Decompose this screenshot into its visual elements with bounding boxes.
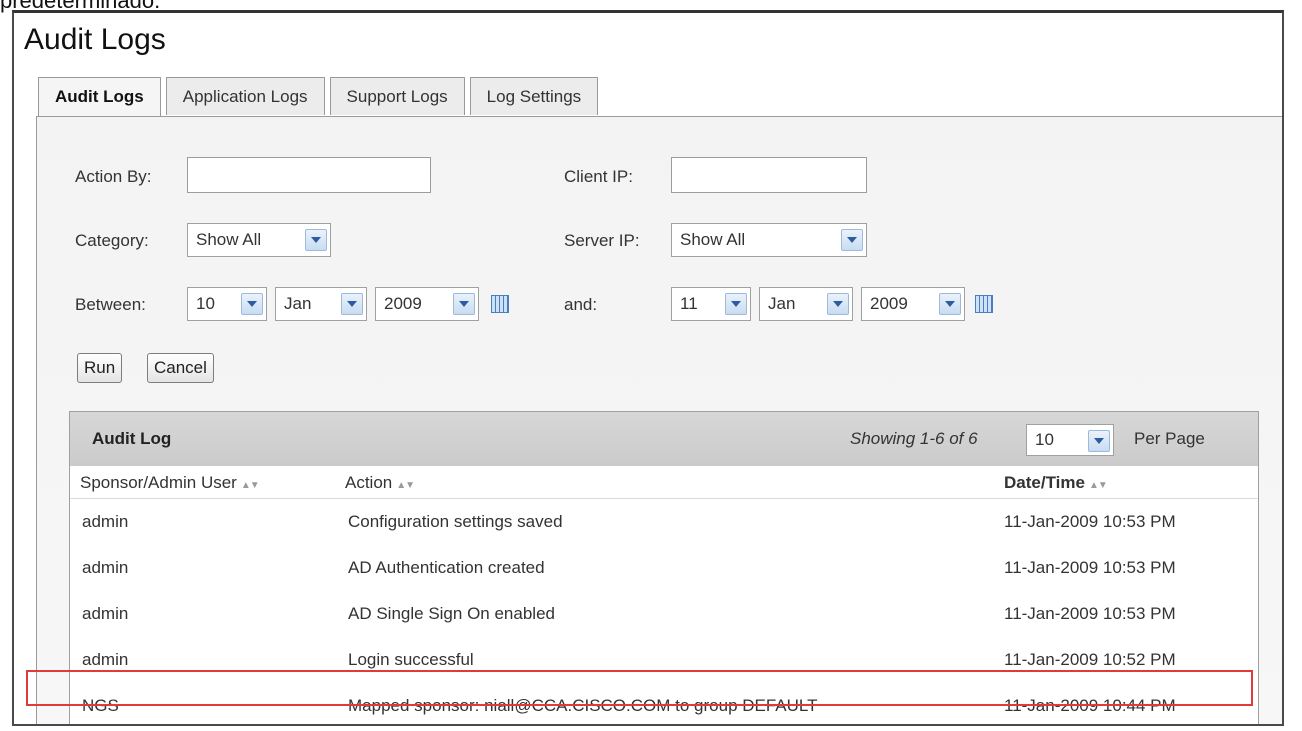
action-by-input[interactable]	[187, 157, 431, 193]
tab-audit-logs[interactable]: Audit Logs	[38, 77, 161, 118]
category-select-value: Show All	[196, 230, 262, 249]
cell-datetime: 11-Jan-2009 10:52 PM	[1004, 650, 1176, 669]
chevron-down-icon	[305, 229, 327, 251]
cell-datetime: 11-Jan-2009 10:53 PM	[1004, 604, 1176, 623]
column-header-action-label: Action	[345, 473, 393, 492]
highlight-box	[26, 670, 1253, 706]
grid-title: Audit Log	[92, 429, 172, 448]
cell-action: Configuration settings saved	[348, 512, 563, 531]
sort-icon: ▲▼	[396, 480, 415, 491]
chevron-down-icon	[453, 293, 475, 315]
and-year-select[interactable]: 2009	[861, 287, 965, 321]
server-ip-select[interactable]: Show All	[671, 223, 867, 257]
per-page-select[interactable]: 10	[1026, 424, 1114, 456]
between-month-select[interactable]: Jan	[275, 287, 367, 321]
between-year-value: 2009	[384, 294, 422, 313]
and-day-select[interactable]: 11	[671, 287, 751, 321]
server-ip-label: Server IP:	[564, 231, 640, 250]
cell-user: admin	[82, 512, 129, 531]
and-month-value: Jan	[768, 294, 796, 313]
tab-log-settings[interactable]: Log Settings	[469, 77, 599, 115]
table-row[interactable]: admin AD Authentication created 11-Jan-2…	[70, 545, 1258, 591]
between-year-select[interactable]: 2009	[375, 287, 479, 321]
column-header-row: Sponsor/Admin User ▲▼ Action ▲▼ Date/Time ▲…	[70, 466, 1258, 499]
per-page-label: Per Page	[1134, 429, 1205, 448]
category-select[interactable]: Show All	[187, 223, 331, 257]
column-header-datetime[interactable]: Date/Time ▲▼	[1004, 473, 1108, 493]
column-header-action[interactable]: Action ▲▼	[345, 473, 415, 493]
chevron-down-icon	[725, 293, 747, 315]
page-title: Audit Logs	[24, 23, 166, 56]
between-day-value: 10	[196, 294, 215, 313]
calendar-icon[interactable]	[975, 295, 993, 313]
column-header-user-label: Sponsor/Admin User	[80, 473, 237, 492]
and-label: and:	[564, 295, 598, 314]
run-button[interactable]: Run	[77, 353, 123, 383]
tab-support-logs[interactable]: Support Logs	[329, 77, 465, 115]
chevron-down-icon	[341, 293, 363, 315]
cell-user: admin	[82, 604, 129, 623]
server-ip-select-value: Show All	[680, 230, 746, 249]
calendar-icon[interactable]	[491, 295, 509, 313]
client-ip-input[interactable]	[671, 157, 867, 193]
column-header-datetime-label: Date/Time	[1004, 473, 1085, 492]
sort-icon: ▲▼	[1088, 480, 1108, 491]
cell-action: AD Single Sign On enabled	[348, 604, 555, 623]
chevron-down-icon	[939, 293, 961, 315]
chevron-down-icon	[841, 229, 863, 251]
action-by-label: Action By:	[75, 167, 152, 186]
and-day-value: 11	[680, 294, 698, 313]
filter-panel: Action By: Client IP: Category: Show All…	[36, 116, 1282, 724]
cell-datetime: 11-Jan-2009 10:53 PM	[1004, 512, 1176, 531]
cancel-button[interactable]: Cancel	[147, 353, 214, 383]
cell-user: admin	[82, 650, 129, 669]
between-month-value: Jan	[284, 294, 312, 313]
cell-action: Login successful	[348, 650, 474, 669]
cell-user: admin	[82, 558, 129, 577]
cell-datetime: 11-Jan-2009 10:53 PM	[1004, 558, 1176, 577]
client-ip-label: Client IP:	[564, 167, 633, 186]
tab-bar: Audit Logs Application Logs Support Logs…	[38, 77, 603, 118]
cell-action: AD Authentication created	[348, 558, 545, 577]
sort-icon: ▲▼	[240, 480, 260, 491]
grid-header-bar: Audit Log Showing 1-6 of 6 10 Per Page	[70, 412, 1258, 466]
chevron-down-icon	[827, 293, 849, 315]
category-label: Category:	[75, 231, 149, 250]
chevron-down-icon	[1088, 430, 1110, 452]
per-page-value: 10	[1035, 430, 1054, 449]
and-month-select[interactable]: Jan	[759, 287, 853, 321]
between-day-select[interactable]: 10	[187, 287, 267, 321]
table-row[interactable]: admin Configuration settings saved 11-Ja…	[70, 499, 1258, 545]
and-year-value: 2009	[870, 294, 908, 313]
between-label: Between:	[75, 295, 146, 314]
tab-application-logs[interactable]: Application Logs	[165, 77, 325, 115]
showing-count: Showing 1-6 of 6	[850, 429, 978, 448]
table-row[interactable]: admin AD Single Sign On enabled 11-Jan-2…	[70, 591, 1258, 637]
column-header-user[interactable]: Sponsor/Admin User ▲▼	[80, 473, 260, 493]
chevron-down-icon	[241, 293, 263, 315]
audit-logs-window: Audit Logs Audit Logs Application Logs S…	[12, 10, 1284, 726]
